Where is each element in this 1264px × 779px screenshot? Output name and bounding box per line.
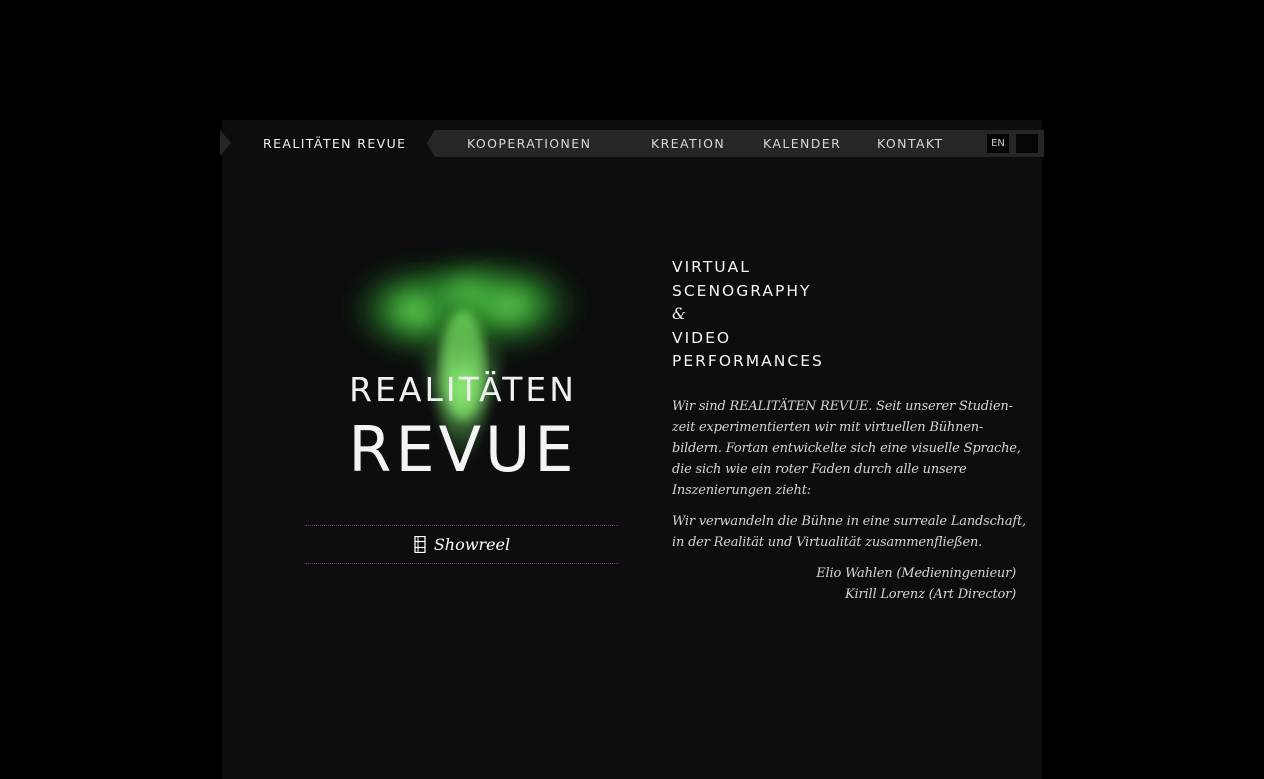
headline-line: PERFORMANCES [672,352,824,371]
signature-elio-wahlen: Elio Wahlen (Medieningenieur) [816,566,1016,581]
nav-item-kreation[interactable]: KREATION [651,130,725,157]
showreel-label: Showreel [433,535,511,554]
intro-line: Wir sind REALITÄTEN REVUE. Seit unserer … [672,399,1013,414]
intro-line: bildern. Fortan entwickelte sich eine vi… [672,441,1021,456]
nav-item-kooperationen[interactable]: KOOPERATIONEN [467,130,591,157]
mission-paragraph: Wir verwandeln die Bühne in eine surreal… [672,511,1026,553]
headline: VIRTUAL SCENOGRAPHY & VIDEO PERFORMANCES [672,256,824,374]
intro-line: Inszenierungen zieht: [672,483,811,498]
headline-line: & [672,305,688,324]
intro-line: zeit experimentierten wir mit virtuellen… [672,420,984,435]
mission-line: Wir verwandeln die Bühne in eine surreal… [672,514,1026,529]
language-de-button[interactable] [1016,134,1038,153]
signatures: Elio Wahlen (Medieningenieur) Kirill Lor… [672,563,1016,605]
showreel-button[interactable]: Showreel [305,525,619,564]
signature-kirill-lorenz: Kirill Lorenz (Art Director) [845,587,1016,602]
main-navigation: REALITÄTEN REVUE KOOPERATIONEN KREATION … [220,130,1044,157]
nav-item-kontakt[interactable]: KONTAKT [877,130,944,157]
brand-logo: REALITÄTEN REVUE [300,235,620,495]
intro-line: die sich wie ein roter Faden durch alle … [672,462,967,477]
nav-arrow-left [220,130,231,156]
headline-line: VIRTUAL [672,258,751,276]
language-en-button[interactable]: EN [987,134,1009,153]
headline-line: VIDEO [672,328,732,347]
nav-item-realitaeten-revue[interactable]: REALITÄTEN REVUE [263,130,406,157]
logo-text-realitaeten: REALITÄTEN [349,370,577,409]
headline-line: SCENOGRAPHY [672,281,812,300]
logo-text-revue: REVUE [348,413,578,486]
nav-item-kalender[interactable]: KALENDER [763,130,841,157]
film-strip-icon [414,536,426,553]
mission-line: in der Realität und Virtualität zusammen… [672,535,983,550]
intro-paragraph: Wir sind REALITÄTEN REVUE. Seit unserer … [672,396,1021,501]
